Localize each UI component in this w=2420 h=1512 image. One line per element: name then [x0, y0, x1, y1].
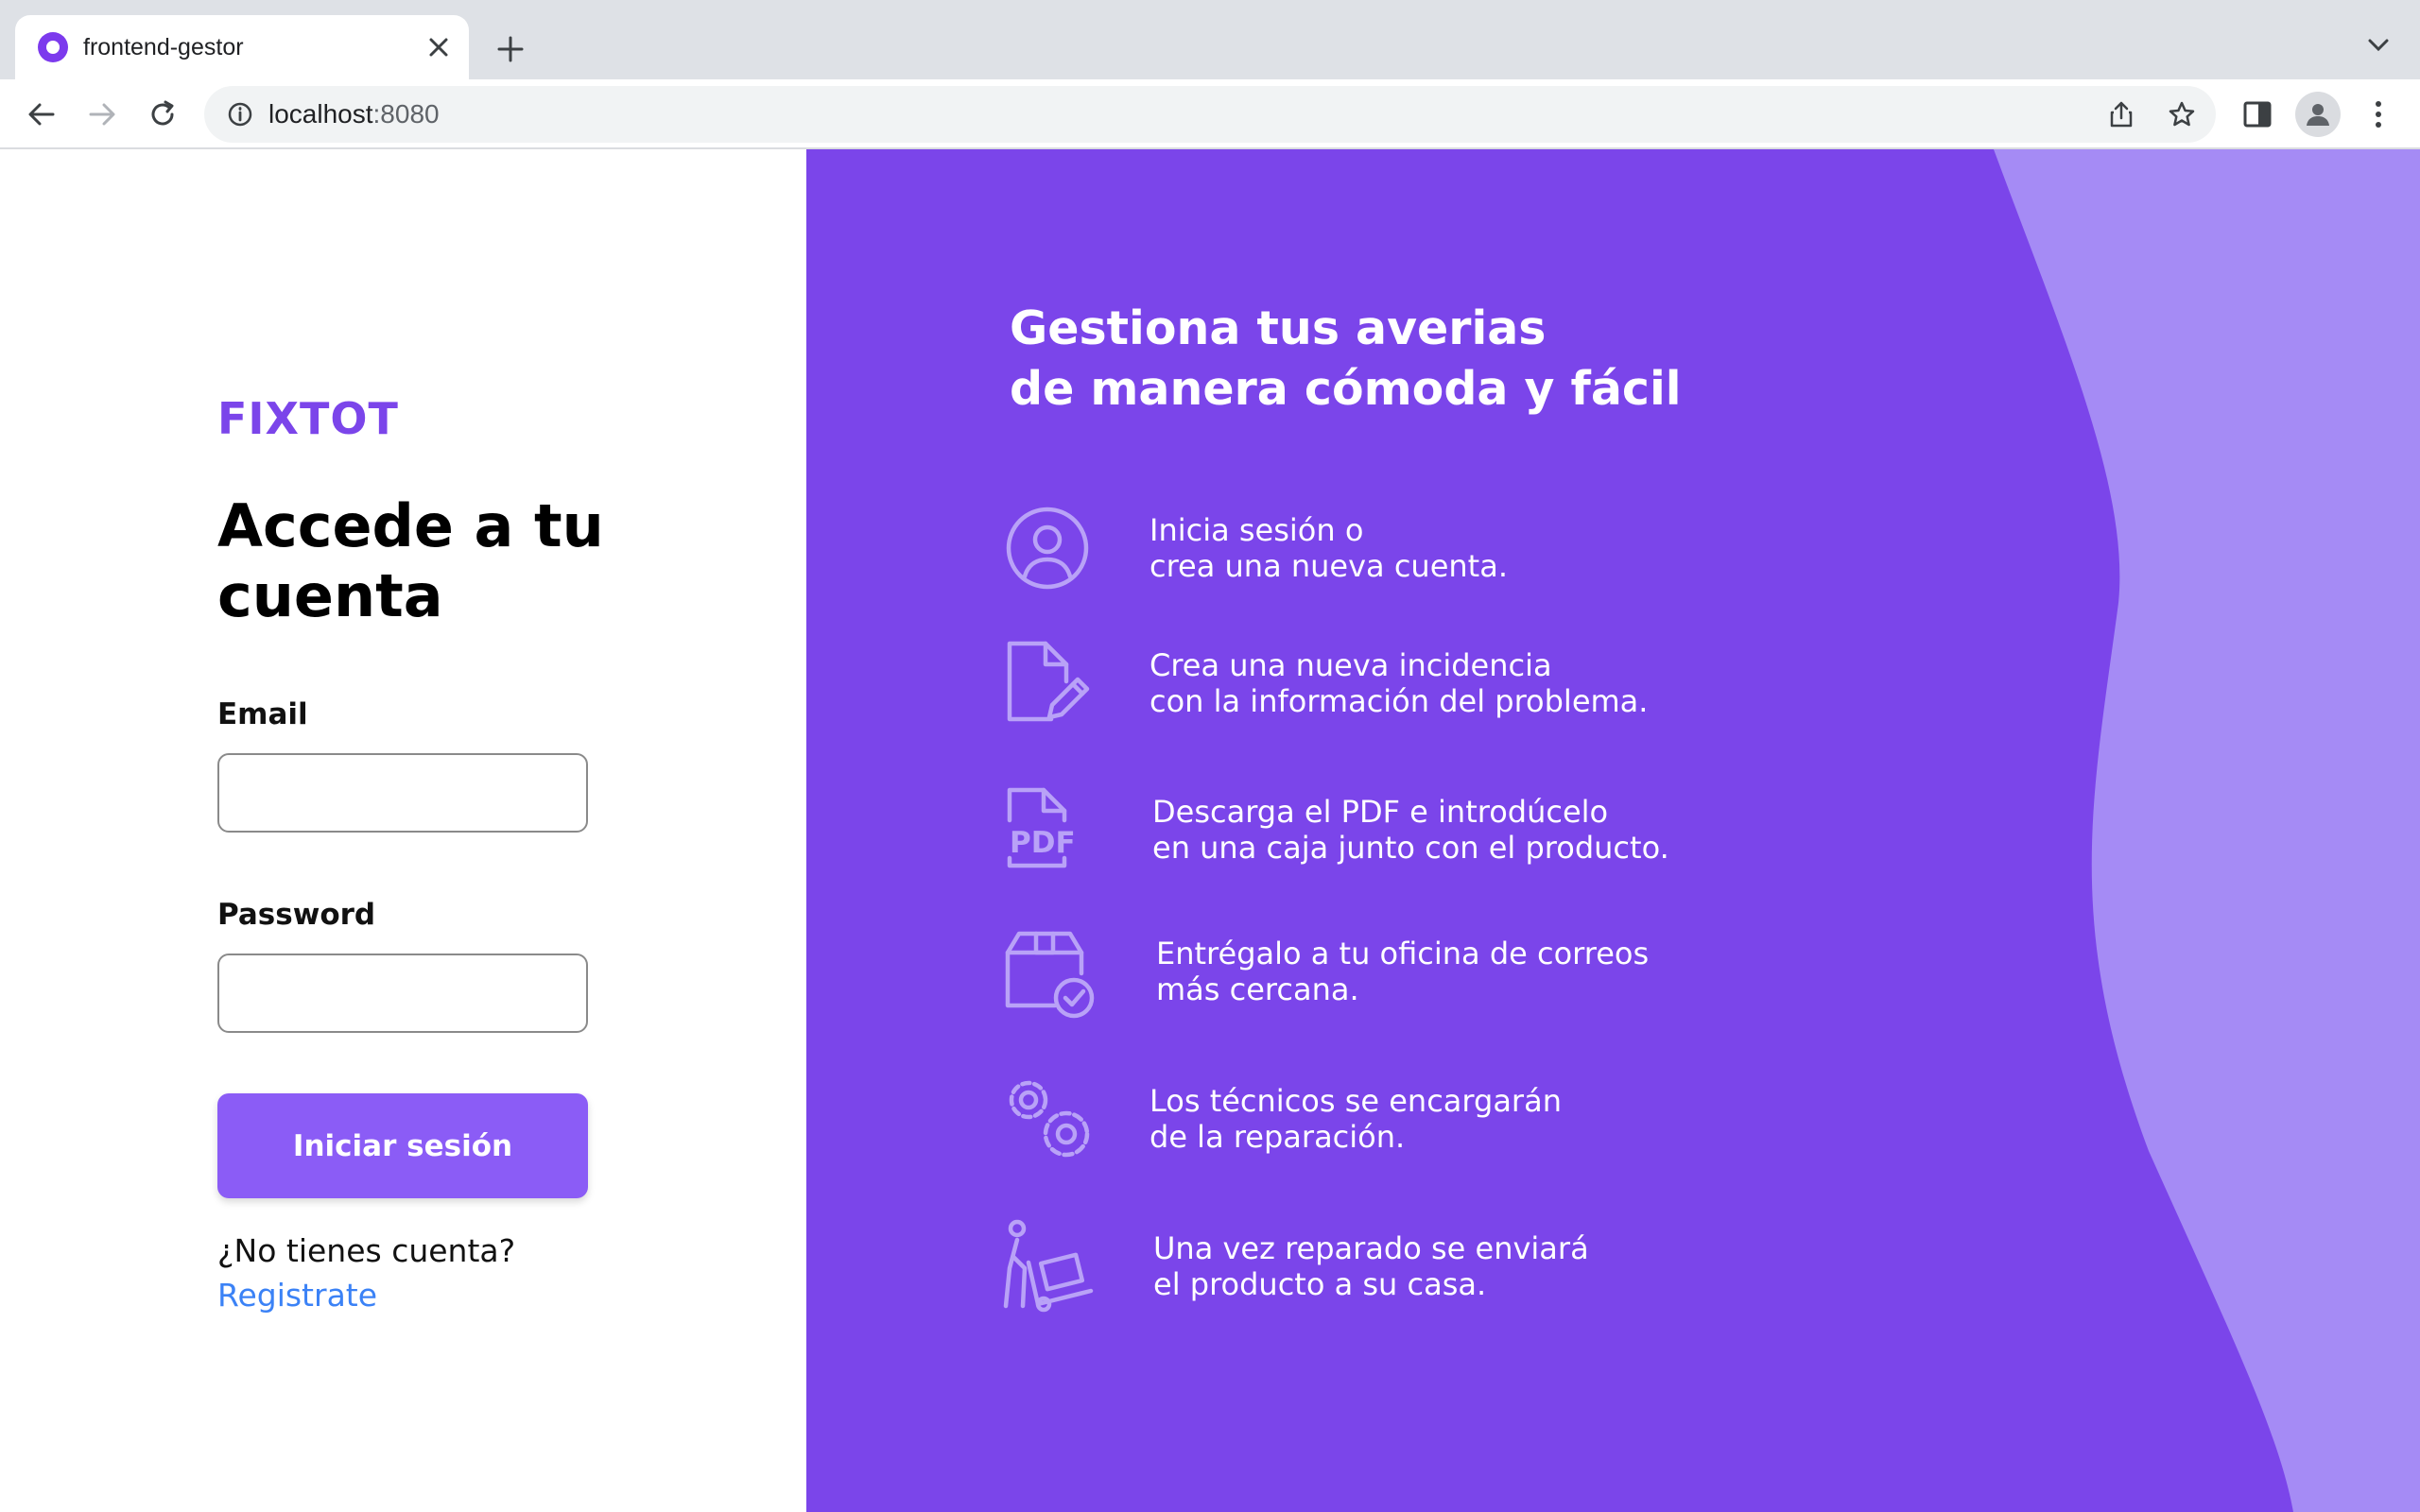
browser-tab-strip: frontend-gestor [0, 0, 2420, 79]
side-panel-icon [2243, 101, 2272, 128]
step-item: Crea una nueva incidencia con la informa… [1000, 636, 1775, 730]
tab-title: frontend-gestor [83, 34, 244, 60]
step-text-line1: Descarga el PDF e introdúcelo [1152, 794, 1609, 830]
document-edit-icon [1007, 641, 1090, 722]
browser-toolbar: localhost:8080 [0, 79, 2420, 149]
page-content: FIXTOT Accede a tu cuenta Email Password… [0, 149, 2420, 1512]
svg-text:PDF: PDF [1010, 826, 1076, 860]
new-tab-button[interactable] [488, 26, 533, 72]
chevron-down-icon [2368, 39, 2389, 52]
step-text: Entrégalo a tu oficina de correos más ce… [1156, 936, 1649, 1007]
reload-icon [151, 100, 174, 126]
step-text: Crea una nueva incidencia con la informa… [1150, 647, 1648, 719]
step-text-line2: el producto a su casa. [1153, 1266, 1487, 1302]
step-text: Una vez reparado se enviará el producto … [1153, 1230, 1589, 1302]
url-text: localhost:8080 [268, 99, 440, 129]
step-text-line2: más cercana. [1156, 971, 1359, 1007]
profile-button[interactable] [2295, 92, 2341, 137]
bookmark-button[interactable] [2159, 92, 2204, 137]
step-text: Descarga el PDF e introdúcelo en una caj… [1152, 794, 1669, 866]
step-text-line2: crea una nueva cuenta. [1150, 548, 1508, 584]
reload-button[interactable] [140, 92, 185, 137]
browser-menu-button[interactable] [2356, 92, 2401, 137]
back-arrow-icon [28, 103, 55, 126]
url-host: localhost [268, 99, 373, 129]
no-account-text: ¿No tienes cuenta? [217, 1232, 516, 1269]
tab-search-button[interactable] [2360, 26, 2397, 64]
page-title: Accede a tu cuenta [217, 491, 652, 631]
step-text-line1: Inicia sesión o [1150, 512, 1364, 548]
login-button[interactable]: Iniciar sesión [217, 1093, 588, 1198]
forward-button[interactable] [79, 92, 125, 137]
favicon [38, 32, 68, 62]
step-item: Entrégalo a tu oficina de correos más ce… [1000, 924, 1775, 1019]
promo-headline-line1: Gestiona tus averias [1010, 301, 1547, 355]
close-icon [429, 38, 448, 57]
browser-tab[interactable]: frontend-gestor [15, 15, 469, 79]
step-text-line1: Crea una nueva incidencia [1150, 647, 1552, 683]
plus-icon [497, 36, 524, 62]
login-panel: FIXTOT Accede a tu cuenta Email Password… [0, 149, 806, 1512]
step-text-line1: Los técnicos se encargarán [1150, 1083, 1562, 1119]
promo-headline: Gestiona tus averias de manera cómoda y … [1010, 299, 1682, 420]
step-item: Una vez reparado se enviará el producto … [1000, 1219, 1775, 1314]
step-text-line2: con la información del problema. [1150, 683, 1649, 719]
register-link[interactable]: Registrate [217, 1277, 377, 1314]
forward-arrow-icon [89, 103, 115, 126]
step-text: Los técnicos se encargarán de la reparac… [1150, 1083, 1562, 1155]
password-label: Password [217, 898, 376, 932]
share-icon [2110, 101, 2133, 128]
page-title-line2: cuenta [217, 561, 443, 630]
star-icon [2169, 101, 2195, 127]
promo-panel: Gestiona tus averias de manera cómoda y … [806, 149, 2420, 1512]
step-item: Los técnicos se encargarán de la reparac… [1000, 1072, 1775, 1166]
package-check-icon [1005, 931, 1095, 1019]
step-item: PDF Descarga el PDF e introdúcelo en una… [1000, 782, 1775, 877]
side-panel-button[interactable] [2235, 92, 2280, 137]
back-button[interactable] [19, 92, 64, 137]
kebab-menu-icon [2376, 101, 2381, 128]
pdf-file-icon: PDF [1007, 787, 1076, 868]
profile-icon [2307, 104, 2329, 126]
info-icon [228, 102, 252, 127]
url-port: :8080 [372, 99, 440, 129]
step-text-line2: de la reparación. [1150, 1119, 1406, 1155]
gears-icon [1009, 1080, 1090, 1158]
delivery-dolly-icon [1003, 1219, 1094, 1313]
page-title-line1: Accede a tu [217, 491, 604, 560]
user-circle-icon [1006, 507, 1089, 590]
password-field[interactable] [217, 954, 588, 1033]
tab-close-button[interactable] [420, 28, 458, 66]
brand-logo: FIXTOT [217, 393, 399, 444]
site-info-button[interactable] [225, 99, 255, 129]
email-field[interactable] [217, 753, 588, 833]
step-text-line2: en una caja junto con el producto. [1152, 830, 1669, 866]
step-item: Inicia sesión o crea una nueva cuenta. [1000, 501, 1775, 595]
step-text: Inicia sesión o crea una nueva cuenta. [1150, 512, 1508, 584]
step-text-line1: Una vez reparado se enviará [1153, 1230, 1589, 1266]
email-label: Email [217, 697, 308, 731]
step-text-line1: Entrégalo a tu oficina de correos [1156, 936, 1650, 971]
share-button[interactable] [2099, 92, 2144, 137]
address-bar[interactable]: localhost:8080 [204, 86, 2216, 143]
promo-headline-line2: de manera cómoda y fácil [1010, 362, 1682, 416]
